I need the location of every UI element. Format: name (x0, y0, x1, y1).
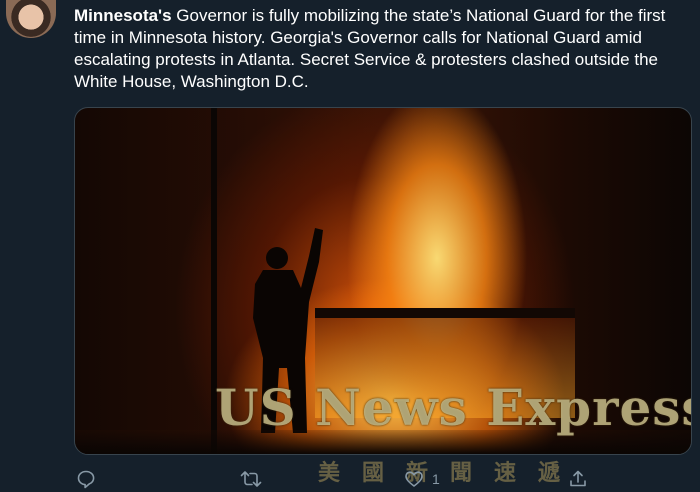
like-count: 1 (432, 471, 440, 487)
watermark-text: US News Express (215, 378, 692, 437)
reply-button[interactable] (76, 466, 96, 492)
like-button[interactable]: 1 (404, 466, 440, 492)
heart-icon (405, 471, 423, 487)
retweet-button[interactable] (240, 466, 262, 492)
tweet-media-image[interactable]: US News Express (74, 107, 692, 455)
tweet-text-bold[interactable]: Minnesota's (74, 6, 172, 25)
tweet-text: Minnesota's Governor is fully mobilizing… (74, 5, 694, 93)
share-icon (570, 470, 586, 487)
share-button[interactable] (568, 466, 588, 492)
avatar[interactable] (6, 0, 56, 38)
retweet-icon (240, 471, 262, 487)
reply-icon (77, 470, 95, 489)
tweet-actions: 1 (74, 466, 694, 492)
